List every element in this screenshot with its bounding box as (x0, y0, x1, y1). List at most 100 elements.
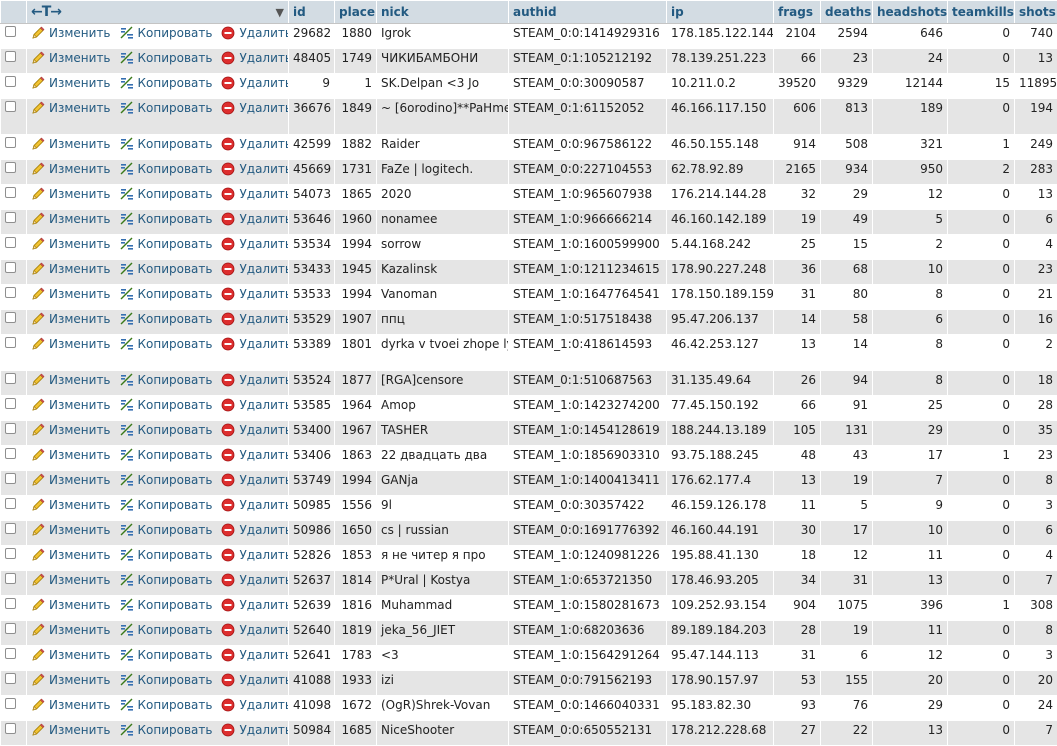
delete-link[interactable]: Удалить (221, 312, 288, 326)
delete-link[interactable]: Удалить (221, 548, 288, 562)
cell-ip[interactable]: 176.62.177.4 (667, 471, 774, 496)
column-header-frags[interactable]: frags (774, 1, 821, 24)
cell-frags[interactable]: 914 (774, 135, 821, 160)
cell-nick[interactable]: FaZe | logitech. (377, 160, 509, 185)
cell-id[interactable]: 52637 (289, 571, 335, 596)
cell-deaths[interactable]: 2594 (821, 24, 873, 49)
cell-id[interactable]: 52641 (289, 646, 335, 671)
cell-authid[interactable]: STEAM_0:0:30357422 (509, 496, 667, 521)
copy-link[interactable]: Копировать (120, 398, 213, 412)
column-header-ip[interactable]: ip (667, 1, 774, 24)
cell-authid[interactable]: STEAM_1:0:1600599900 (509, 235, 667, 260)
cell-id[interactable]: 53400 (289, 421, 335, 446)
column-arrows-icon[interactable]: ←T→ (31, 4, 61, 20)
cell-authid[interactable]: STEAM_1:0:653721350 (509, 571, 667, 596)
cell-teamkills[interactable]: 0 (948, 571, 1015, 596)
cell-deaths[interactable]: 49 (821, 210, 873, 235)
cell-headshots[interactable]: 950 (873, 160, 948, 185)
cell-id[interactable]: 53433 (289, 260, 335, 285)
cell-ip[interactable]: 95.47.206.137 (667, 310, 774, 335)
sort-dropdown-icon[interactable]: ▼ (276, 6, 284, 19)
cell-frags[interactable]: 66 (774, 49, 821, 74)
cell-shots[interactable]: 7 (1015, 571, 1057, 596)
copy-link[interactable]: Копировать (120, 498, 213, 512)
delete-link[interactable]: Удалить (221, 573, 288, 587)
cell-headshots[interactable]: 646 (873, 24, 948, 49)
row-checkbox[interactable] (5, 623, 16, 634)
cell-ip[interactable]: 93.75.188.245 (667, 446, 774, 471)
edit-link[interactable]: Изменить (31, 101, 111, 115)
cell-shots[interactable]: 4 (1015, 546, 1057, 571)
cell-teamkills[interactable]: 0 (948, 496, 1015, 521)
cell-deaths[interactable]: 68 (821, 260, 873, 285)
cell-ip[interactable]: 188.244.13.189 (667, 421, 774, 446)
cell-teamkills[interactable]: 0 (948, 671, 1015, 696)
cell-place[interactable]: 1994 (335, 235, 377, 260)
cell-deaths[interactable]: 5 (821, 496, 873, 521)
cell-authid[interactable]: STEAM_0:0:1466040331 (509, 696, 667, 721)
cell-headshots[interactable]: 12 (873, 646, 948, 671)
cell-headshots[interactable]: 5 (873, 210, 948, 235)
edit-link[interactable]: Изменить (31, 648, 111, 662)
cell-id[interactable]: 41088 (289, 671, 335, 696)
column-header-authid[interactable]: authid (509, 1, 667, 24)
cell-ip[interactable]: 62.78.92.89 (667, 160, 774, 185)
cell-shots[interactable]: 4 (1015, 235, 1057, 260)
cell-shots[interactable]: 21 (1015, 285, 1057, 310)
cell-nick[interactable]: я не читер я про (377, 546, 509, 571)
copy-link[interactable]: Копировать (120, 212, 213, 226)
copy-link[interactable]: Копировать (120, 448, 213, 462)
cell-frags[interactable]: 31 (774, 646, 821, 671)
delete-link[interactable]: Удалить (221, 262, 288, 276)
cell-teamkills[interactable]: 0 (948, 335, 1015, 371)
cell-shots[interactable]: 7 (1015, 721, 1057, 746)
delete-link[interactable]: Удалить (221, 398, 288, 412)
cell-authid[interactable]: STEAM_0:0:30090587 (509, 74, 667, 99)
edit-link[interactable]: Изменить (31, 623, 111, 637)
cell-deaths[interactable]: 15 (821, 235, 873, 260)
cell-place[interactable]: 1967 (335, 421, 377, 446)
column-header-id[interactable]: id (289, 1, 335, 24)
cell-id[interactable]: 54073 (289, 185, 335, 210)
cell-id[interactable]: 50984 (289, 721, 335, 746)
cell-id[interactable]: 53585 (289, 396, 335, 421)
row-checkbox[interactable] (5, 673, 16, 684)
cell-authid[interactable]: STEAM_1:0:68203636 (509, 621, 667, 646)
cell-place[interactable]: 1 (335, 74, 377, 99)
cell-shots[interactable]: 13 (1015, 185, 1057, 210)
cell-frags[interactable]: 93 (774, 696, 821, 721)
cell-frags[interactable]: 66 (774, 396, 821, 421)
cell-ip[interactable]: 78.139.251.223 (667, 49, 774, 74)
cell-frags[interactable]: 25 (774, 235, 821, 260)
cell-id[interactable]: 50985 (289, 496, 335, 521)
cell-teamkills[interactable]: 2 (948, 160, 1015, 185)
cell-id[interactable]: 29682 (289, 24, 335, 49)
column-header-deaths[interactable]: deaths (821, 1, 873, 24)
cell-ip[interactable]: 178.90.157.97 (667, 671, 774, 696)
cell-authid[interactable]: STEAM_1:0:1580281673 (509, 596, 667, 621)
cell-teamkills[interactable]: 15 (948, 74, 1015, 99)
row-checkbox[interactable] (5, 162, 16, 173)
copy-link[interactable]: Копировать (120, 573, 213, 587)
row-checkbox[interactable] (5, 498, 16, 509)
cell-id[interactable]: 42599 (289, 135, 335, 160)
row-checkbox[interactable] (5, 262, 16, 273)
cell-place[interactable]: 1749 (335, 49, 377, 74)
copy-link[interactable]: Копировать (120, 101, 213, 115)
cell-deaths[interactable]: 22 (821, 721, 873, 746)
cell-headshots[interactable]: 12144 (873, 74, 948, 99)
row-checkbox[interactable] (5, 398, 16, 409)
cell-teamkills[interactable]: 0 (948, 285, 1015, 310)
cell-id[interactable]: 48405 (289, 49, 335, 74)
cell-nick[interactable]: SK.Delpan <3 Jo (377, 74, 509, 99)
row-checkbox[interactable] (5, 523, 16, 534)
row-checkbox[interactable] (5, 212, 16, 223)
cell-place[interactable]: 1650 (335, 521, 377, 546)
cell-headshots[interactable]: 8 (873, 335, 948, 371)
row-checkbox[interactable] (5, 648, 16, 659)
cell-place[interactable]: 1994 (335, 471, 377, 496)
delete-link[interactable]: Удалить (221, 187, 288, 201)
cell-shots[interactable]: 249 (1015, 135, 1057, 160)
edit-link[interactable]: Изменить (31, 548, 111, 562)
row-checkbox[interactable] (5, 76, 16, 87)
